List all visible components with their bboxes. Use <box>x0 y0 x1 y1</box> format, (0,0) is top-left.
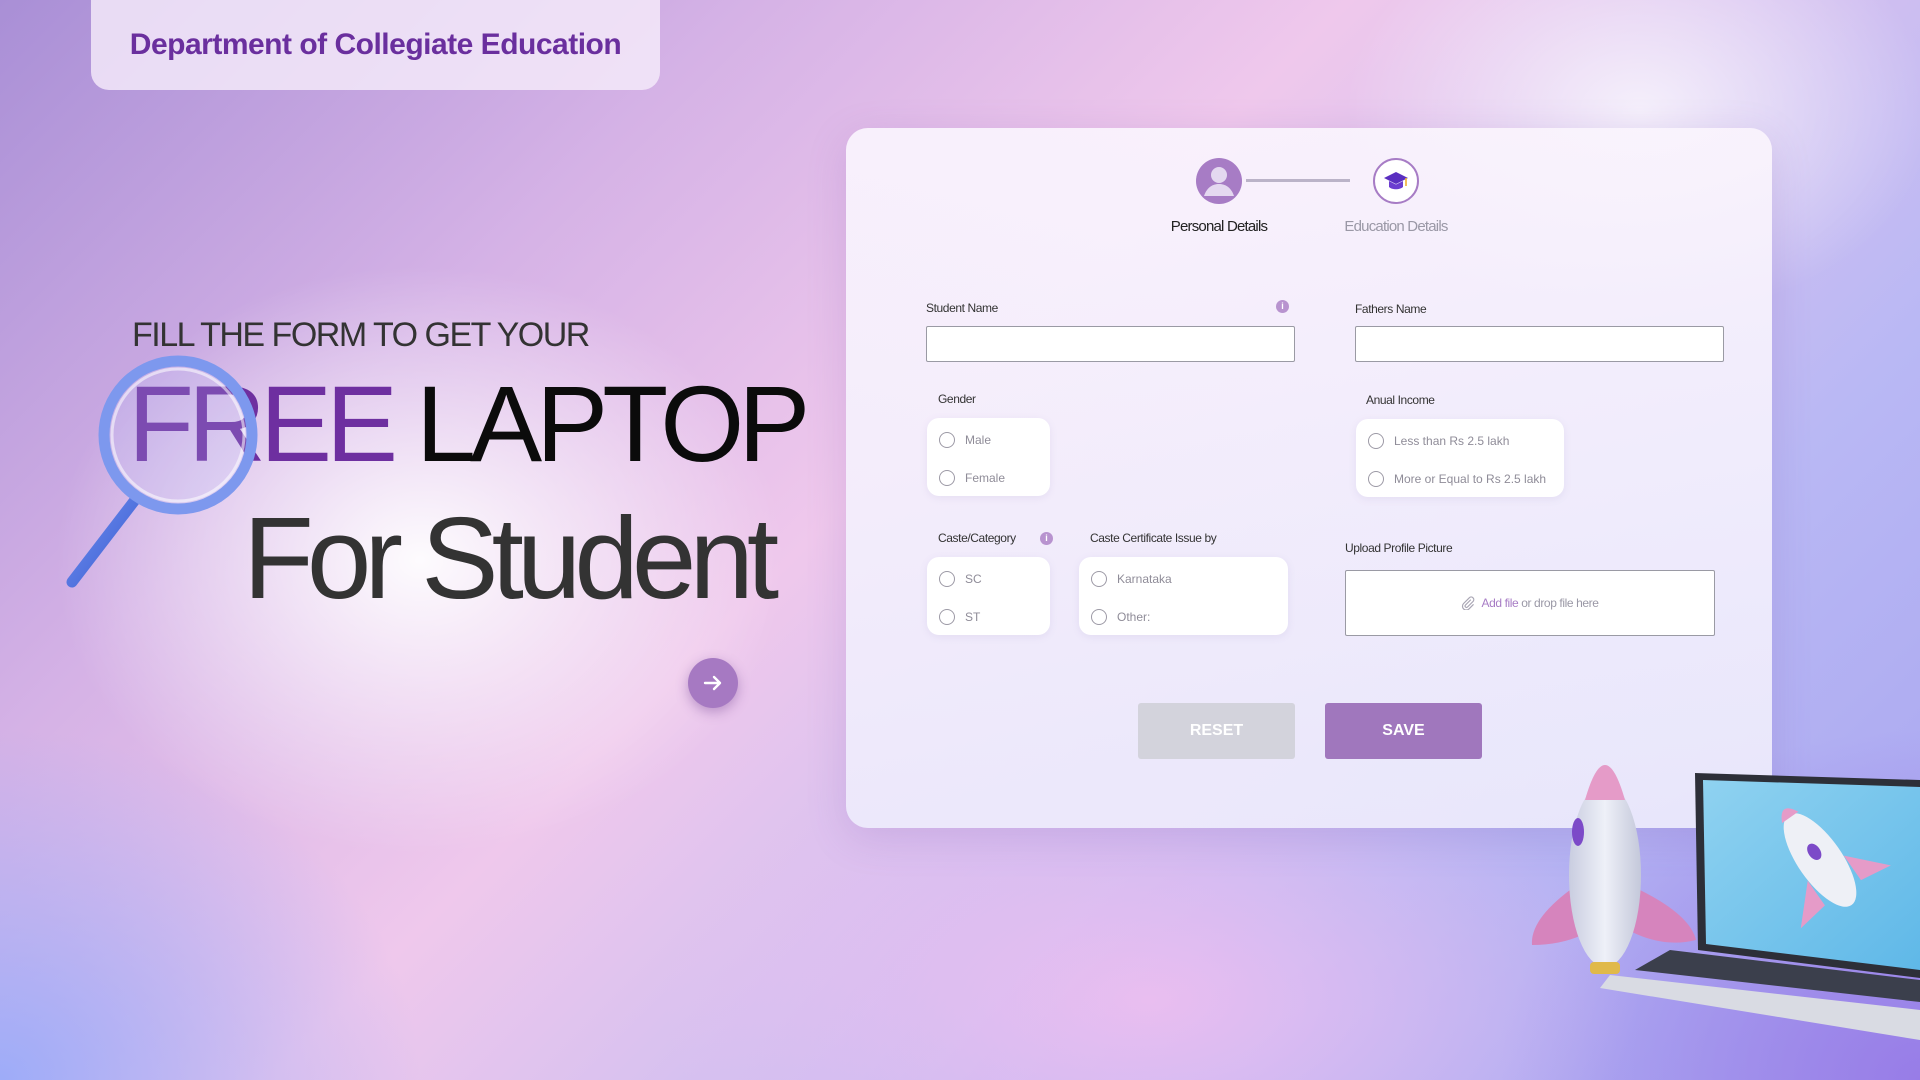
hero-subtitle: FILL THE FORM TO GET YOUR <box>132 316 590 354</box>
radio-button[interactable] <box>1368 471 1384 487</box>
certificate-option-other[interactable]: Other: <box>1091 609 1150 625</box>
add-file-link[interactable]: Add file <box>1481 596 1518 610</box>
radio-label: More or Equal to Rs 2.5 lakh <box>1394 472 1547 486</box>
annual-income-label: Anual Income <box>1366 393 1435 407</box>
caste-category-radio-group: SC ST <box>927 557 1050 635</box>
fathers-name-input[interactable] <box>1355 326 1724 362</box>
user-icon <box>1204 167 1234 196</box>
reset-button[interactable]: RESET <box>1138 703 1295 759</box>
magnifier-icon <box>66 355 258 588</box>
gender-label: Gender <box>938 392 976 406</box>
step-2-circle <box>1373 158 1419 204</box>
radio-button[interactable] <box>939 432 955 448</box>
department-header: Department of Collegiate Education <box>91 0 660 90</box>
step-1-label: Personal Details <box>1170 218 1268 235</box>
student-name-input[interactable] <box>926 326 1295 362</box>
radio-label: Other: <box>1117 610 1151 624</box>
rocket-laptop-illustration <box>1531 765 1920 1040</box>
gender-option-female[interactable]: Female <box>939 470 1005 486</box>
step-2-label: Education Details <box>1344 218 1448 235</box>
income-option-below[interactable]: Less than Rs 2.5 lakh <box>1368 433 1509 449</box>
radio-label: Male <box>965 433 992 447</box>
gender-radio-group: Male Female <box>927 418 1050 496</box>
graduation-cap-icon <box>1384 172 1408 190</box>
certificate-option-karnataka[interactable]: Karnataka <box>1091 571 1172 587</box>
upload-hint: Add file or drop file here <box>1481 596 1598 610</box>
info-icon[interactable]: i <box>1040 532 1053 545</box>
next-arrow-button[interactable] <box>688 658 738 708</box>
radio-label: Female <box>965 471 1006 485</box>
annual-income-radio-group: Less than Rs 2.5 lakh More or Equal to R… <box>1356 419 1564 497</box>
gender-option-male[interactable]: Male <box>939 432 991 448</box>
upload-label: Upload Profile Picture <box>1345 541 1453 555</box>
radio-button[interactable] <box>939 470 955 486</box>
hero-for-student: For Student <box>243 493 779 623</box>
paperclip-icon <box>1462 596 1475 610</box>
radio-button[interactable] <box>1091 609 1107 625</box>
radio-button[interactable] <box>1368 433 1384 449</box>
fathers-name-label: Fathers Name <box>1355 302 1427 316</box>
student-name-label: Student Name <box>926 301 998 315</box>
hero-laptop-text: LAPTOP <box>392 363 810 484</box>
upload-hint-rest: or drop file here <box>1518 596 1599 610</box>
caste-option-sc[interactable]: SC <box>939 571 982 587</box>
caste-option-st[interactable]: ST <box>939 609 980 625</box>
radio-label: Karnataka <box>1117 572 1172 586</box>
radio-label: ST <box>965 610 981 624</box>
form-card: Personal Details Education Details Stude… <box>846 128 1772 828</box>
info-icon[interactable]: i <box>1276 300 1289 313</box>
radio-button[interactable] <box>1091 571 1107 587</box>
save-button[interactable]: SAVE <box>1325 703 1482 759</box>
radio-label: SC <box>965 572 982 586</box>
step-personal-details[interactable]: Personal Details <box>1164 158 1274 235</box>
caste-category-label: Caste/Category <box>938 531 1016 545</box>
department-title: Department of Collegiate Education <box>129 28 622 61</box>
arrow-right-icon <box>703 675 722 691</box>
caste-certificate-radio-group: Karnataka Other: <box>1079 557 1288 635</box>
radio-label: Less than Rs 2.5 lakh <box>1394 434 1510 448</box>
step-1-circle <box>1196 158 1242 204</box>
caste-certificate-label: Caste Certificate Issue by <box>1090 531 1217 545</box>
upload-dropzone[interactable]: Add file or drop file here <box>1345 570 1715 636</box>
radio-button[interactable] <box>939 609 955 625</box>
income-option-above[interactable]: More or Equal to Rs 2.5 lakh <box>1368 471 1546 487</box>
step-education-details[interactable]: Education Details <box>1326 158 1466 235</box>
radio-button[interactable] <box>939 571 955 587</box>
